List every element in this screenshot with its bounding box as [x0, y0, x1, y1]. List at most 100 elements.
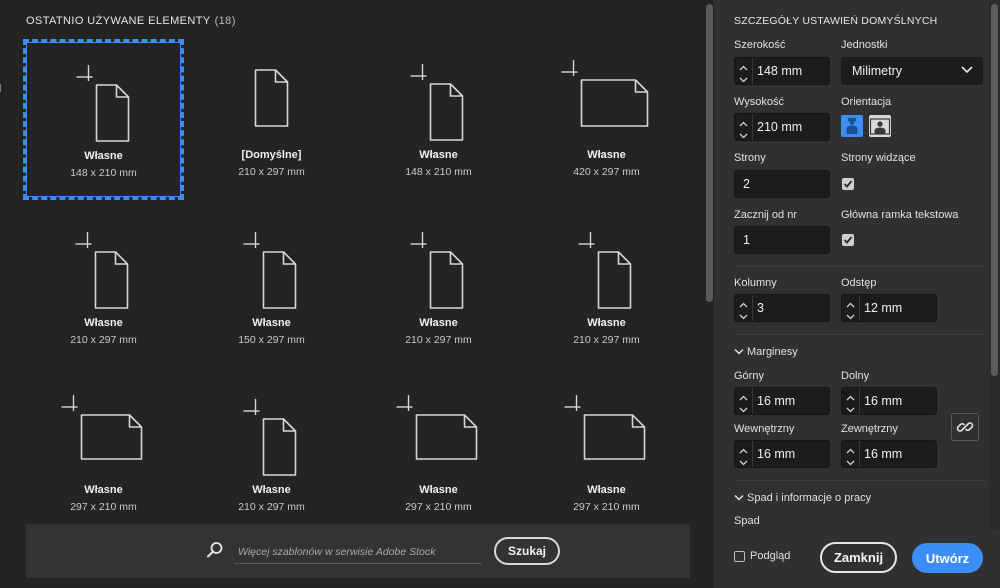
stepper-down-icon[interactable]: [846, 456, 855, 466]
divider: [734, 480, 986, 481]
custom-page-icon: [410, 232, 464, 309]
preset-tile[interactable]: Własne 420 x 297 mm: [529, 42, 684, 197]
preset-tile[interactable]: Własne 297 x 210 mm: [529, 377, 684, 532]
stock-search-input[interactable]: [234, 540, 482, 564]
stepper-down-icon[interactable]: [739, 403, 748, 413]
columns-input[interactable]: [757, 298, 827, 318]
gutter-input[interactable]: [864, 298, 934, 318]
stepper-up-icon[interactable]: [739, 62, 748, 71]
create-button[interactable]: Utwórz: [912, 543, 983, 573]
close-button[interactable]: Zamknij: [820, 542, 897, 573]
stepper-up-icon[interactable]: [846, 392, 855, 401]
custom-page-icon: [564, 395, 646, 460]
stepper-down-icon[interactable]: [739, 129, 748, 139]
search-button[interactable]: Szukaj: [494, 537, 560, 565]
custom-page-icon: [396, 395, 478, 460]
height-stepper[interactable]: [735, 114, 753, 140]
stepper-down-icon[interactable]: [739, 310, 748, 320]
stepper-up-icon[interactable]: [739, 445, 748, 454]
width-input[interactable]: [757, 61, 827, 81]
settings-scrollbar-thumb[interactable]: [991, 4, 998, 376]
preset-tile[interactable]: Własne 210 x 297 mm: [529, 210, 684, 365]
columns-stepper[interactable]: [735, 295, 753, 321]
edge-marker: [0, 84, 1, 92]
stepper-down-icon[interactable]: [739, 73, 748, 83]
height-input[interactable]: [757, 117, 827, 137]
preset-size: 210 x 297 mm: [238, 501, 305, 513]
gutter-stepper[interactable]: [842, 295, 860, 321]
stepper-down-icon[interactable]: [846, 403, 855, 413]
panel-title: SZCZEGÓŁY USTAWIEŃ DOMYŚLNYCH: [734, 15, 938, 27]
preset-tile[interactable]: Własne 210 x 297 mm: [26, 210, 181, 365]
pages-field[interactable]: [734, 170, 830, 198]
outside-margin-input[interactable]: [864, 444, 934, 464]
inside-margin-input[interactable]: [757, 444, 827, 464]
top-margin-input[interactable]: [757, 391, 827, 411]
portrait-orientation-button[interactable]: [841, 115, 863, 137]
stepper-up-icon[interactable]: [739, 392, 748, 401]
preset-tile[interactable]: Własne 148 x 210 mm: [361, 42, 516, 197]
outside-margin-stepper[interactable]: [842, 441, 860, 467]
preset-tile[interactable]: Własne 148 x 210 mm: [23, 39, 184, 200]
columns-field[interactable]: [734, 294, 830, 322]
start-page-field[interactable]: [734, 226, 830, 254]
landscape-orientation-button[interactable]: [869, 115, 891, 137]
custom-page-icon: [243, 232, 297, 309]
dialog-footer: Podgląd Zamknij Utwórz: [714, 530, 1000, 588]
bleed-label: Spad: [734, 515, 760, 527]
width-label: Szerokość: [734, 39, 786, 51]
outside-margin-field[interactable]: [841, 440, 937, 468]
bottom-margin-field[interactable]: [841, 387, 937, 415]
inside-margin-field[interactable]: [734, 440, 830, 468]
top-margin-stepper[interactable]: [735, 388, 753, 414]
start-page-input[interactable]: [743, 230, 813, 250]
inside-margin-stepper[interactable]: [735, 441, 753, 467]
stepper-down-icon[interactable]: [739, 456, 748, 466]
link-margins-button[interactable]: [951, 413, 979, 441]
bleed-section-toggle[interactable]: Spad i informacje o pracy: [734, 492, 871, 504]
bottom-margin-label: Dolny: [841, 370, 870, 382]
preset-size: 297 x 210 mm: [70, 501, 137, 513]
preset-tile[interactable]: Własne 297 x 210 mm: [26, 377, 181, 532]
preset-size: 420 x 297 mm: [573, 166, 640, 178]
width-field[interactable]: [734, 57, 830, 85]
grid-scrollbar-thumb[interactable]: [706, 4, 713, 302]
facing-pages-checkbox[interactable]: [842, 178, 854, 190]
gutter-label: Odstęp: [841, 277, 877, 289]
custom-page-icon: [76, 65, 130, 142]
custom-page-icon: [410, 64, 464, 141]
stepper-down-icon[interactable]: [846, 310, 855, 320]
units-select[interactable]: Milimetry: [841, 57, 983, 85]
margins-section-toggle[interactable]: Marginesy: [734, 346, 798, 358]
bottom-margin-stepper[interactable]: [842, 388, 860, 414]
columns-label: Kolumny: [734, 277, 777, 289]
stepper-up-icon[interactable]: [846, 445, 855, 454]
preset-tile[interactable]: Własne 210 x 297 mm: [194, 377, 349, 532]
preview-checkbox[interactable]: [734, 551, 745, 562]
stepper-up-icon[interactable]: [739, 118, 748, 127]
preset-name: Własne: [84, 317, 123, 329]
preset-tile[interactable]: Własne 150 x 297 mm: [194, 210, 349, 365]
preset-name: Własne: [419, 484, 458, 496]
bottom-margin-input[interactable]: [864, 391, 934, 411]
preset-size: 210 x 297 mm: [573, 334, 640, 346]
preset-tile[interactable]: [Domyślne] 210 x 297 mm: [194, 42, 349, 197]
preset-size: 297 x 210 mm: [573, 501, 640, 513]
chevron-down-icon: [961, 66, 973, 74]
preset-name: Własne: [252, 484, 291, 496]
stepper-up-icon[interactable]: [846, 299, 855, 308]
orientation-label: Orientacja: [841, 96, 892, 108]
gutter-field[interactable]: [841, 294, 937, 322]
chevron-down-icon: [734, 349, 744, 355]
top-margin-field[interactable]: [734, 387, 830, 415]
custom-page-icon: [578, 232, 632, 309]
primary-frame-checkbox[interactable]: [842, 234, 854, 246]
preset-tile[interactable]: Własne 297 x 210 mm: [361, 377, 516, 532]
preset-tile[interactable]: Własne 210 x 297 mm: [361, 210, 516, 365]
width-stepper[interactable]: [735, 58, 753, 84]
pages-input[interactable]: [743, 174, 813, 194]
height-label: Wysokość: [734, 96, 785, 108]
height-field[interactable]: [734, 113, 830, 141]
stepper-up-icon[interactable]: [739, 299, 748, 308]
link-icon: [956, 422, 974, 432]
